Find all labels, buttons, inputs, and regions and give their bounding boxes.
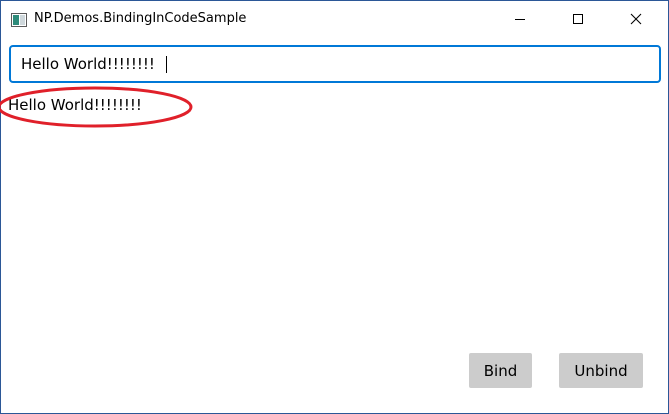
bind-button[interactable]: Bind xyxy=(469,353,532,388)
maximize-button[interactable] xyxy=(555,1,601,37)
minimize-button[interactable] xyxy=(497,1,543,37)
close-button[interactable] xyxy=(613,1,659,37)
close-icon xyxy=(630,10,642,29)
maximize-icon xyxy=(572,10,584,29)
text-input[interactable] xyxy=(21,47,651,81)
unbind-button[interactable]: Unbind xyxy=(559,353,643,388)
window-title: NP.Demos.BindingInCodeSample xyxy=(34,11,247,26)
text-input-box[interactable] xyxy=(9,45,661,83)
text-caret xyxy=(166,56,167,73)
minimize-icon xyxy=(514,10,526,29)
app-window: NP.Demos.BindingInCodeSample Hello World… xyxy=(0,0,669,414)
title-bar[interactable]: NP.Demos.BindingInCodeSample xyxy=(1,1,668,37)
window-app-icon xyxy=(11,12,27,27)
red-ellipse-annotation xyxy=(0,86,193,128)
